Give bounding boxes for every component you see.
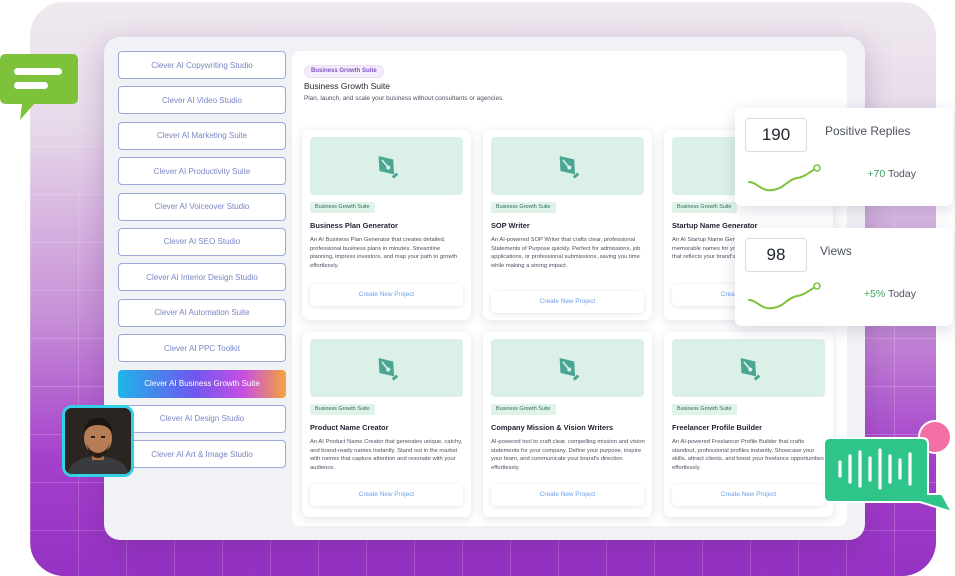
tool-card-freelancer-profile-builder[interactable]: Business Growth Suite Freelancer Profile… xyxy=(664,332,833,517)
tool-card-sop-writer[interactable]: Business Growth Suite SOP Writer An AI-p… xyxy=(483,130,652,320)
sidebar-item-design-studio[interactable]: Clever AI Design Studio xyxy=(118,404,286,433)
suite-badge: Business Growth Suite xyxy=(304,65,384,78)
sidebar-item-art-image-studio[interactable]: Clever AI Art & Image Studio xyxy=(118,440,286,469)
card-badge: Business Growth Suite xyxy=(491,202,556,213)
pen-nib-icon xyxy=(559,156,579,179)
chat-bubble-icon xyxy=(0,54,78,120)
stat-card-views: 98 Views +5% Today xyxy=(735,228,953,326)
pen-nib-icon xyxy=(740,358,760,381)
sidebar-item-productivity-suite[interactable]: Clever AI Productivity Suite xyxy=(118,157,286,186)
tool-card-business-plan-generator[interactable]: Business Growth Suite Business Plan Gene… xyxy=(302,130,471,320)
card-thumbnail xyxy=(491,137,644,195)
create-new-project-button[interactable]: Create New Project xyxy=(491,484,644,506)
card-thumbnail xyxy=(672,339,825,397)
sidebar-item-seo-studio[interactable]: Clever AI SEO Studio xyxy=(118,227,286,256)
user-avatar xyxy=(62,405,134,477)
sidebar-item-copywriting-studio[interactable]: Clever AI Copywriting Studio xyxy=(118,51,286,79)
create-new-project-button[interactable]: Create New Project xyxy=(310,484,463,506)
sidebar-item-automation-suite[interactable]: Clever AI Automation Suite xyxy=(118,298,286,327)
pen-nib-icon xyxy=(378,358,398,381)
card-title: Business Plan Generator xyxy=(310,221,398,230)
stat-delta-period: Today xyxy=(887,288,916,300)
sidebar: Clever AI Copywriting Studio Clever AI V… xyxy=(118,51,286,476)
stat-label: Views xyxy=(820,244,852,258)
stat-value: 98 xyxy=(745,238,807,272)
trend-line-icon xyxy=(748,164,821,192)
card-title: Freelancer Profile Builder xyxy=(672,423,762,432)
stat-delta-value: +5% xyxy=(863,288,886,300)
card-thumbnail xyxy=(310,137,463,195)
stat-value: 190 xyxy=(745,118,807,152)
card-badge: Business Growth Suite xyxy=(310,202,375,213)
create-new-project-button[interactable]: Create New Project xyxy=(672,484,825,506)
person-photo-icon xyxy=(65,408,131,474)
tool-card-product-name-creator[interactable]: Business Growth Suite Product Name Creat… xyxy=(302,332,471,517)
card-description: AI-powered tool to craft clear, compelli… xyxy=(491,439,645,471)
stat-card-positive-replies: 190 Positive Replies +70 Today xyxy=(735,108,953,206)
pen-nib-icon xyxy=(559,358,579,381)
card-badge: Business Growth Suite xyxy=(491,404,556,415)
card-badge: Business Growth Suite xyxy=(672,202,737,213)
trend-line-icon xyxy=(748,282,821,310)
stat-delta-value: +70 xyxy=(867,168,886,180)
stat-label: Positive Replies xyxy=(825,124,911,138)
sidebar-item-video-studio[interactable]: Clever AI Video Studio xyxy=(118,86,286,115)
card-badge: Business Growth Suite xyxy=(672,404,737,415)
card-title: Company Mission & Vision Writers xyxy=(491,423,614,432)
sidebar-item-interior-design-studio[interactable]: Clever AI Interior Design Studio xyxy=(118,263,286,292)
page-title: Business Growth Suite xyxy=(304,81,390,91)
card-title: SOP Writer xyxy=(491,221,530,230)
card-title: Product Name Creator xyxy=(310,423,389,432)
stat-delta-period: Today xyxy=(887,168,916,180)
create-new-project-button[interactable]: Create New Project xyxy=(491,291,644,313)
voice-waveform-icon xyxy=(824,437,955,514)
card-badge: Business Growth Suite xyxy=(310,404,375,415)
page-description: Plan, launch, and scale your business wi… xyxy=(304,95,505,102)
create-new-project-button[interactable]: Create New Project xyxy=(310,284,463,306)
sidebar-item-business-growth-suite[interactable]: Clever AI Business Growth Suite xyxy=(118,369,286,398)
card-thumbnail xyxy=(491,339,644,397)
pen-nib-icon xyxy=(378,156,398,179)
stat-delta: +5% Today xyxy=(864,288,916,300)
sidebar-item-ppc-toolkit[interactable]: Clever AI PPC Toolkit xyxy=(118,334,286,363)
tool-card-company-mission-vision-writers[interactable]: Business Growth Suite Company Mission & … xyxy=(483,332,652,517)
stat-delta: +70 Today xyxy=(867,168,916,180)
card-thumbnail xyxy=(310,339,463,397)
card-description: An AI-powered Freelancer Profile Builder… xyxy=(672,439,824,471)
card-description: An AI-powered SOP Writer that crafts cle… xyxy=(491,237,641,269)
sidebar-item-marketing-suite[interactable]: Clever AI Marketing Suite xyxy=(118,121,286,150)
card-description: An AI Product Name Creator that generate… xyxy=(310,439,463,471)
card-description: An AI Business Plan Generator that creat… xyxy=(310,237,458,269)
sidebar-item-voiceover-studio[interactable]: Clever AI Voiceover Studio xyxy=(118,192,286,221)
